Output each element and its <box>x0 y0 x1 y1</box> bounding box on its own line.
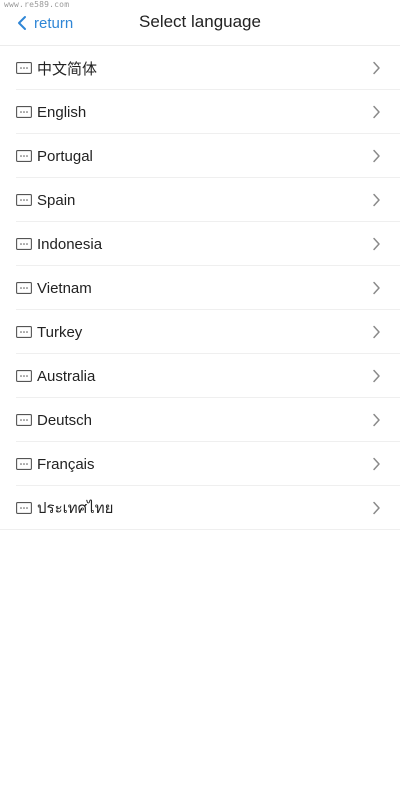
page-title: Select language <box>139 12 261 31</box>
language-label: Spain <box>37 191 76 209</box>
keyboard-icon <box>16 414 32 426</box>
chevron-right-icon <box>372 281 381 295</box>
language-item[interactable]: 中文简体 <box>0 46 400 90</box>
language-item[interactable]: Portugal <box>0 134 400 178</box>
language-item[interactable]: Turkey <box>0 310 400 354</box>
language-label: Turkey <box>37 323 83 341</box>
keyboard-icon <box>16 62 32 74</box>
language-label: 中文简体 <box>37 60 98 78</box>
language-item[interactable]: Spain <box>0 178 400 222</box>
header-bar: return Select language <box>0 0 400 46</box>
keyboard-icon <box>16 106 32 118</box>
keyboard-icon <box>16 150 32 162</box>
language-label: ประเทศไทย <box>37 500 114 517</box>
language-label: Deutsch <box>37 411 93 429</box>
language-item[interactable]: Indonesia <box>0 222 400 266</box>
language-label: English <box>37 103 87 121</box>
chevron-right-icon <box>372 325 381 339</box>
chevron-right-icon <box>372 61 381 75</box>
chevron-right-icon <box>372 193 381 207</box>
chevron-right-icon <box>372 413 381 427</box>
language-label: Indonesia <box>37 235 103 253</box>
language-item[interactable]: ประเทศไทย <box>0 486 400 530</box>
keyboard-icon <box>16 326 32 338</box>
language-item[interactable]: Vietnam <box>0 266 400 310</box>
keyboard-icon <box>16 458 32 470</box>
language-item[interactable]: English <box>0 90 400 134</box>
chevron-right-icon <box>372 369 381 383</box>
keyboard-icon <box>16 194 32 206</box>
keyboard-icon <box>16 238 32 250</box>
language-label: Français <box>37 455 95 473</box>
language-label: Vietnam <box>37 279 92 297</box>
keyboard-icon <box>16 370 32 382</box>
chevron-right-icon <box>372 501 381 515</box>
chevron-right-icon <box>372 457 381 471</box>
language-item[interactable]: Français <box>0 442 400 486</box>
chevron-right-icon <box>372 149 381 163</box>
language-list: 中文简体 English Portugal Spain Indonesia Vietnam… <box>0 46 400 530</box>
chevron-right-icon <box>372 237 381 251</box>
chevron-right-icon <box>372 105 381 119</box>
language-item[interactable]: Australia <box>0 354 400 398</box>
language-item[interactable]: Deutsch <box>0 398 400 442</box>
language-label: Portugal <box>37 147 93 165</box>
language-label: Australia <box>37 367 96 385</box>
keyboard-icon <box>16 502 32 514</box>
keyboard-icon <box>16 282 32 294</box>
